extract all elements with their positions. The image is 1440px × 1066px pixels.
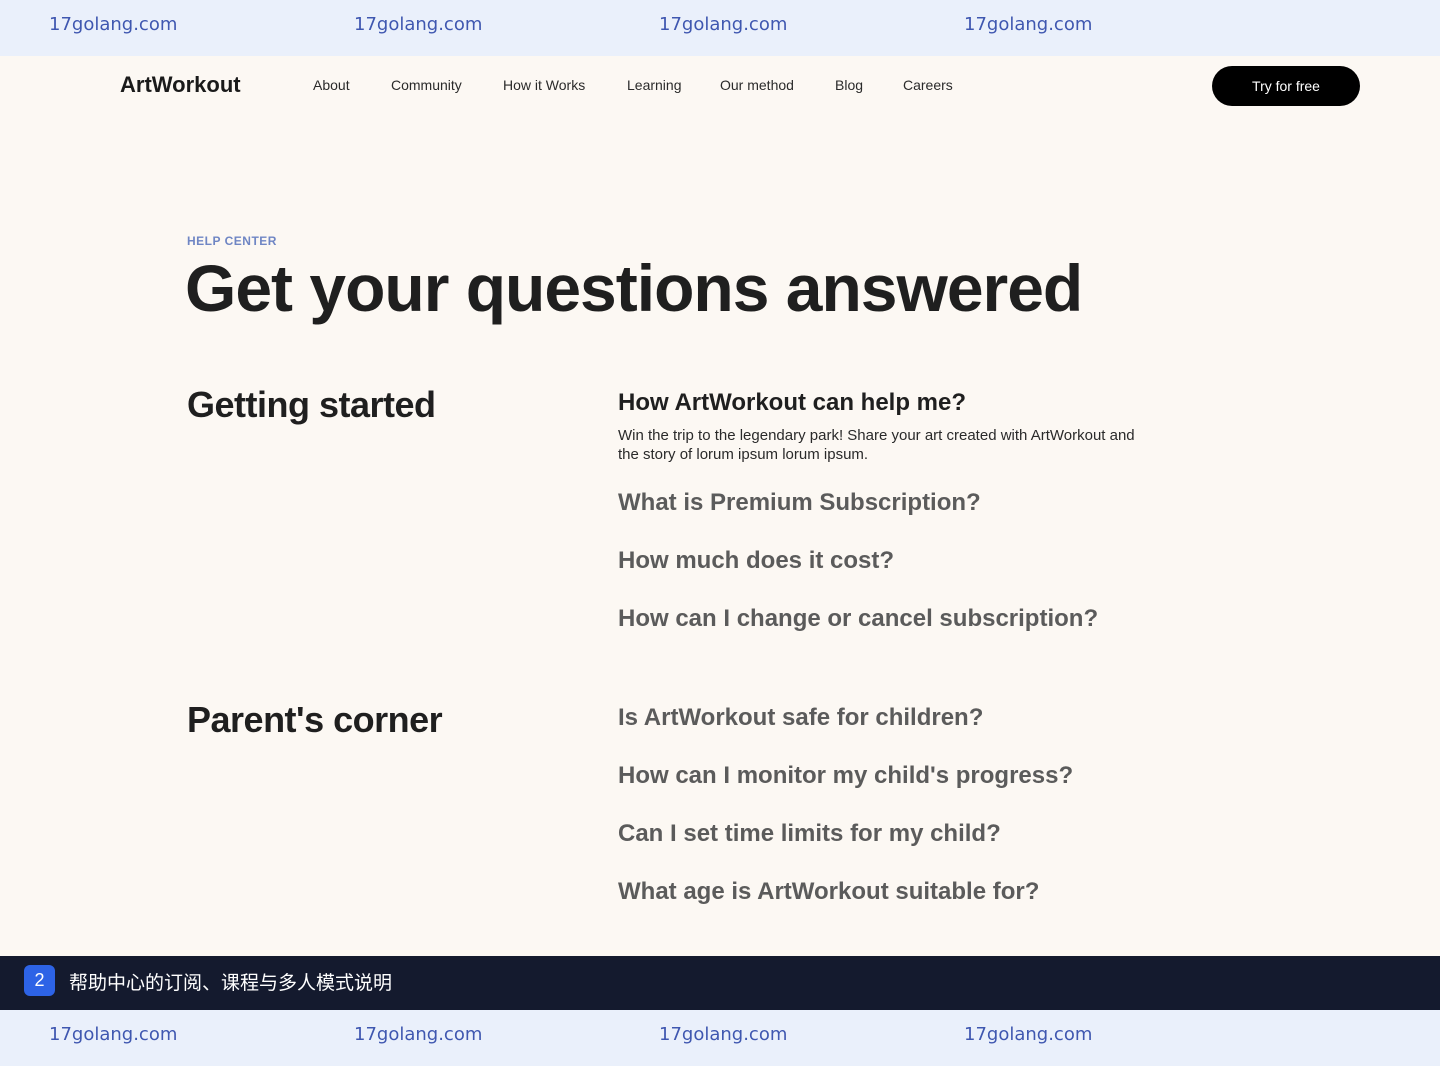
section-title-parents-corner: Parent's corner (187, 699, 443, 740)
faq-question[interactable]: What age is ArtWorkout suitable for? (618, 878, 1039, 906)
watermark-text: 17golang.com (964, 1024, 1093, 1045)
faq-answer: Win the trip to the legendary park! Shar… (618, 427, 1135, 463)
faq-question[interactable]: How can I monitor my child's progress? (618, 762, 1073, 790)
logo[interactable]: ArtWorkout (120, 72, 241, 98)
eyebrow-label: HELP CENTER (187, 234, 277, 248)
faq-question[interactable]: How much does it cost? (618, 547, 894, 575)
watermark-text: 17golang.com (659, 1024, 788, 1045)
nav-community[interactable]: Community (391, 77, 462, 93)
watermark-text: 17golang.com (354, 1024, 483, 1045)
try-for-free-button[interactable]: Try for free (1212, 66, 1360, 106)
caption-step-badge: 2 (24, 965, 55, 996)
caption-bar: 2 帮助中心的订阅、课程与多人模式说明 (0, 956, 1440, 1010)
nav-our-method[interactable]: Our method (720, 77, 794, 93)
nav-about[interactable]: About (313, 77, 350, 93)
watermark-text: 17golang.com (49, 14, 178, 35)
faq-question[interactable]: How ArtWorkout can help me? (618, 389, 966, 417)
nav-careers[interactable]: Careers (903, 77, 953, 93)
watermark-band-top: 17golang.com 17golang.com 17golang.com 1… (0, 0, 1440, 56)
watermark-band-bottom: 17golang.com 17golang.com 17golang.com 1… (0, 1010, 1440, 1066)
watermark-text: 17golang.com (354, 14, 483, 35)
nav-how-it-works[interactable]: How it Works (503, 77, 585, 93)
nav-learning[interactable]: Learning (627, 77, 682, 93)
caption-text: 帮助中心的订阅、课程与多人模式说明 (69, 972, 393, 994)
watermark-text: 17golang.com (659, 14, 788, 35)
faq-question[interactable]: What is Premium Subscription? (618, 489, 981, 517)
faq-question[interactable]: Can I set time limits for my child? (618, 820, 1001, 848)
section-title-getting-started: Getting started (187, 384, 436, 425)
site-header: ArtWorkout About Community How it Works … (0, 56, 1440, 116)
watermark-text: 17golang.com (964, 14, 1093, 35)
faq-question[interactable]: Is ArtWorkout safe for children? (618, 704, 983, 732)
watermark-text: 17golang.com (49, 1024, 178, 1045)
faq-question[interactable]: How can I change or cancel subscription? (618, 605, 1098, 633)
nav-blog[interactable]: Blog (835, 77, 863, 93)
page-title: Get your questions answered (185, 251, 1083, 325)
